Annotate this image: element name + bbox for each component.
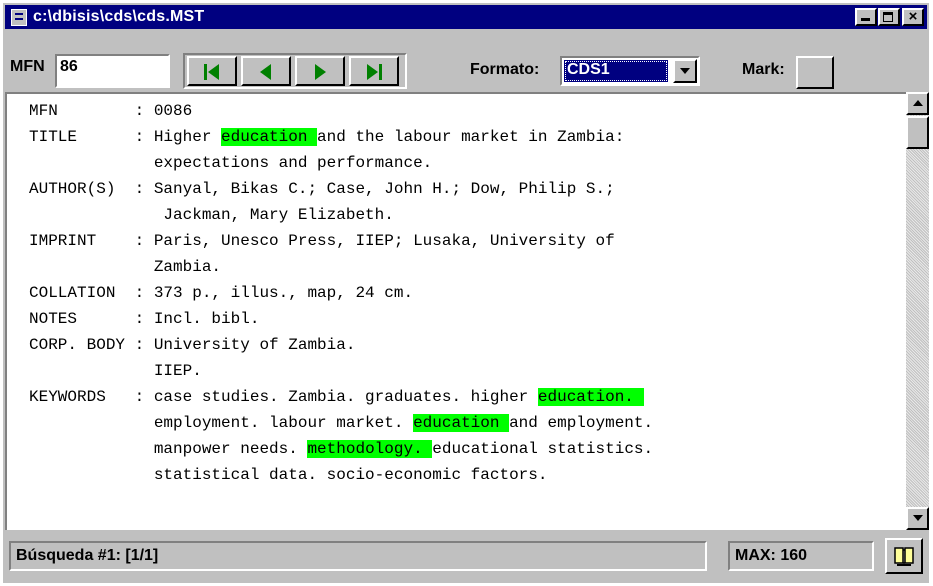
close-button[interactable]: × <box>902 8 924 26</box>
mark-button[interactable] <box>796 56 834 89</box>
record-line: manpower needs. methodology. educational… <box>29 436 653 462</box>
record-line: IIEP. <box>29 358 653 384</box>
book-icon <box>894 547 914 566</box>
mfn-input[interactable]: 86 <box>55 54 170 88</box>
minimize-button[interactable] <box>855 8 877 26</box>
first-icon <box>204 64 219 80</box>
dropdown-arrow-icon[interactable] <box>673 59 697 83</box>
maximize-button[interactable] <box>878 8 900 26</box>
app-icon[interactable] <box>11 9 27 26</box>
mark-label: Mark: <box>742 61 785 78</box>
record-text: MFN : 0086 TITLE : Higher education and t… <box>29 98 653 488</box>
record-text-segment: and the labour market in Zambia: <box>317 128 625 146</box>
scroll-down-button[interactable] <box>906 507 929 530</box>
record-line: COLLATION : 373 p., illus., map, 24 cm. <box>29 280 653 306</box>
record-line: KEYWORDS : case studies. Zambia. graduat… <box>29 384 653 410</box>
record-line: MFN : 0086 <box>29 98 653 124</box>
first-record-button[interactable] <box>187 56 237 86</box>
record-line: CORP. BODY : University of Zambia. <box>29 332 653 358</box>
scroll-up-button[interactable] <box>906 92 929 115</box>
search-highlight: methodology. <box>307 440 433 458</box>
scroll-thumb[interactable] <box>906 116 929 149</box>
record-line: employment. labour market. education and… <box>29 410 653 436</box>
previous-record-button[interactable] <box>241 56 291 86</box>
mfn-label: MFN <box>10 58 45 75</box>
next-icon <box>315 64 326 80</box>
vertical-scrollbar[interactable] <box>906 92 929 530</box>
search-status: Búsqueda #1: [1/1] <box>9 541 707 571</box>
formato-label: Formato: <box>470 61 540 78</box>
record-text-segment: IMPRINT : Paris, Unesco Press, IIEP; Lus… <box>29 232 615 250</box>
record-line: IMPRINT : Paris, Unesco Press, IIEP; Lus… <box>29 228 653 254</box>
record-text-segment: educational statistics. <box>432 440 654 458</box>
previous-icon <box>260 64 271 80</box>
record-text-segment: MFN : 0086 <box>29 102 193 120</box>
search-highlight: education <box>413 414 510 432</box>
record-text-segment: CORP. BODY : University of Zambia. <box>29 336 356 354</box>
last-record-button[interactable] <box>349 56 399 86</box>
next-record-button[interactable] <box>295 56 345 86</box>
record-text-segment: Jackman, Mary Elizabeth. <box>29 206 394 224</box>
record-text-segment: Zambia. <box>29 258 222 276</box>
record-line: Jackman, Mary Elizabeth. <box>29 202 653 228</box>
record-text-segment: employment. labour market. <box>29 414 414 432</box>
formato-selected-value: CDS1 <box>564 60 668 82</box>
record-display: MFN : 0086 TITLE : Higher education and t… <box>5 92 906 530</box>
record-line: AUTHOR(S) : Sanyal, Bikas C.; Case, John… <box>29 176 653 202</box>
record-line: expectations and performance. <box>29 150 653 176</box>
record-text-segment: KEYWORDS : case studies. Zambia. graduat… <box>29 388 538 406</box>
window-title: c:\dbisis\cds\cds.MST <box>33 8 205 25</box>
main-window: c:\dbisis\cds\cds.MST × MFN 86 Formato: … <box>3 3 929 583</box>
record-text-segment: expectations and performance. <box>29 154 433 172</box>
toolbar: MFN 86 Formato: CDS1 Mark: <box>5 31 927 89</box>
max-status: MAX: 160 <box>728 541 874 571</box>
record-text-segment: AUTHOR(S) : Sanyal, Bikas C.; Case, John… <box>29 180 615 198</box>
record-text-segment: COLLATION : 373 p., illus., map, 24 cm. <box>29 284 414 302</box>
status-bar: Búsqueda #1: [1/1] MAX: 160 <box>5 535 927 579</box>
title-bar[interactable]: c:\dbisis\cds\cds.MST × <box>5 5 927 29</box>
search-highlight: education <box>221 128 318 146</box>
record-line: statistical data. socio-economic factors… <box>29 462 653 488</box>
navigation-group <box>183 53 407 89</box>
record-line: Zambia. <box>29 254 653 280</box>
record-text-segment: IIEP. <box>29 362 202 380</box>
last-icon <box>367 64 382 80</box>
record-line: NOTES : Incl. bibl. <box>29 306 653 332</box>
search-highlight: education. <box>537 388 644 406</box>
record-text-segment: NOTES : Incl. bibl. <box>29 310 260 328</box>
record-text-segment: statistical data. socio-economic factors… <box>29 466 548 484</box>
record-text-segment: and employment. <box>509 414 654 432</box>
book-button[interactable] <box>885 538 923 574</box>
record-line: TITLE : Higher education and the labour … <box>29 124 653 150</box>
record-text-segment: TITLE : Higher <box>29 128 222 146</box>
formato-select[interactable]: CDS1 <box>560 56 700 86</box>
record-text-segment: manpower needs. <box>29 440 308 458</box>
